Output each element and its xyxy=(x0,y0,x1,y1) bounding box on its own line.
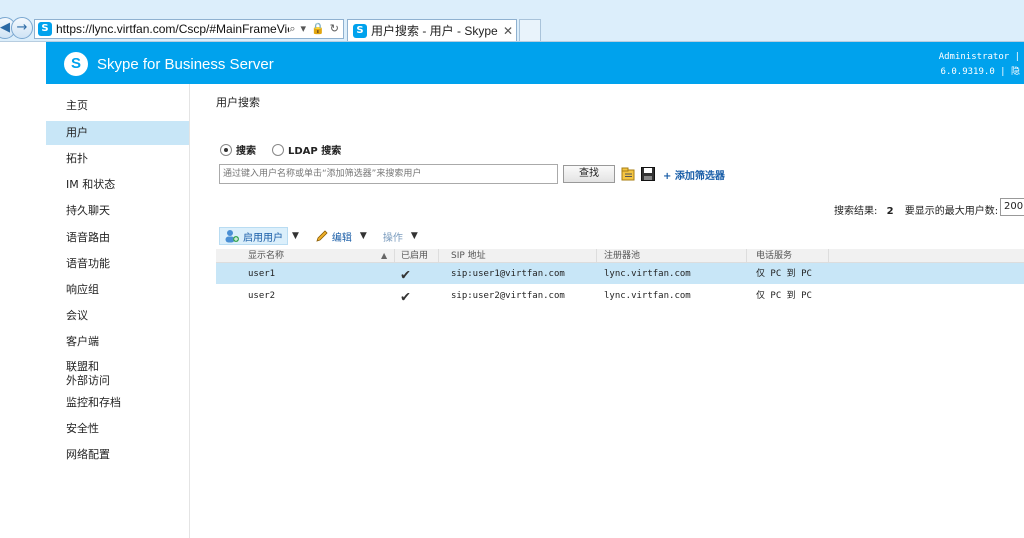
sidebar-item-home[interactable]: 主页 xyxy=(46,99,189,115)
close-icon[interactable]: ✕ xyxy=(500,24,516,38)
chevron-down-icon[interactable]: ▼ xyxy=(292,231,299,241)
sidebar-item-im-presence[interactable]: IM 和状态 xyxy=(46,178,189,192)
radio-ldap-search[interactable] xyxy=(272,143,284,156)
table-row[interactable]: user1 ✔ sip:user1@virtfan.com lync.virtf… xyxy=(216,263,1024,285)
sidebar-item-persistent-chat[interactable]: 持久聊天 xyxy=(46,204,189,218)
skype-favicon-icon: S xyxy=(353,23,367,38)
col-sip[interactable]: SIP 地址 xyxy=(451,249,486,263)
sidebar-item-response-groups[interactable]: 响应组 xyxy=(46,283,189,297)
enable-users-button[interactable]: 启用用户 xyxy=(219,227,288,245)
sidebar-item-conferencing[interactable]: 会议 xyxy=(46,309,189,323)
search-mode: 搜索 LDAP 搜索 xyxy=(220,142,357,157)
column-divider xyxy=(596,249,597,263)
dropdown-icon[interactable]: ▾ xyxy=(301,22,307,36)
lock-icon[interactable]: 🔒 xyxy=(311,22,325,36)
sort-ascending-icon[interactable]: ▲ xyxy=(381,251,387,260)
address-bar[interactable]: S https://lync.virtfan.com/Cscp/#MainFra… xyxy=(34,19,344,39)
radio-search-label[interactable]: 搜索 xyxy=(236,142,256,157)
url-text[interactable]: https://lync.virtfan.com/Cscp/#MainFrame… xyxy=(56,22,289,36)
user-toolbar: 启用用户 ▼ 编辑 ▼ 操作 ▼ xyxy=(219,227,430,245)
skype-logo-icon: S xyxy=(64,52,88,76)
col-display-name[interactable]: 显示名称 xyxy=(248,249,284,263)
cell-telephony: 仅 PC 到 PC xyxy=(756,269,812,279)
actions-button[interactable]: 操作 xyxy=(379,227,407,245)
results-count: 2 xyxy=(886,206,894,217)
save-icon[interactable] xyxy=(640,166,656,182)
refresh-icon[interactable]: ↻ xyxy=(330,22,339,36)
results-info: 搜索结果: 2 要显示的最大用户数: xyxy=(834,202,998,217)
radio-search[interactable] xyxy=(220,143,232,156)
max-users-label: 要显示的最大用户数: xyxy=(904,206,999,217)
check-icon: ✔ xyxy=(401,287,411,305)
table-row[interactable]: user2 ✔ sip:user2@virtfan.com lync.virtf… xyxy=(216,285,1024,307)
edit-label: 编辑 xyxy=(331,232,352,244)
pencil-icon xyxy=(316,230,328,242)
cell-sip: sip:user1@virtfan.com xyxy=(451,269,565,279)
sidebar-item-federation[interactable]: 联盟和 外部访问 xyxy=(46,360,189,388)
tab-title: 用户搜索 - 用户 - Skype f... xyxy=(371,24,500,38)
sidebar-item-security[interactable]: 安全性 xyxy=(46,422,189,436)
new-tab-button[interactable] xyxy=(519,19,541,41)
cell-display-name: user1 xyxy=(248,269,276,279)
user-info: Administrator | 6.0.9319.0 | 隐 xyxy=(939,50,1020,80)
cell-display-name: user2 xyxy=(248,291,276,301)
edit-button[interactable]: 编辑 xyxy=(311,227,356,245)
brand: S Skype for Business Server xyxy=(64,52,274,76)
find-button[interactable]: 查找 xyxy=(563,165,615,183)
search-icon[interactable]: ⌕ xyxy=(289,22,295,36)
sidebar: 主页 用户 拓扑 IM 和状态 持久聊天 语音路由 语音功能 响应组 会议 客户… xyxy=(46,84,189,538)
col-registrar[interactable]: 注册器池 xyxy=(604,249,640,263)
users-table: 显示名称 ▲ 已启用 SIP 地址 注册器池 电话服务 user1 ✔ sip:… xyxy=(216,249,1024,307)
column-divider xyxy=(394,249,395,263)
filter-open-icon[interactable] xyxy=(620,166,636,182)
chevron-down-icon[interactable]: ▼ xyxy=(360,231,367,241)
browser-tab[interactable]: S 用户搜索 - 用户 - Skype f... ✕ xyxy=(347,19,517,41)
sidebar-item-users[interactable]: 用户 xyxy=(46,121,189,145)
cell-telephony: 仅 PC 到 PC xyxy=(756,291,812,301)
actions-label: 操作 xyxy=(382,232,403,244)
app-header: S Skype for Business Server Administrato… xyxy=(46,42,1024,84)
col-enabled[interactable]: 已启用 xyxy=(401,249,428,263)
column-divider xyxy=(438,249,439,263)
left-gutter xyxy=(0,42,46,538)
col-telephony[interactable]: 电话服务 xyxy=(756,249,792,263)
table-header: 显示名称 ▲ 已启用 SIP 地址 注册器池 电话服务 xyxy=(216,249,1024,263)
version-text: 6.0.9319.0 | 隐 xyxy=(940,67,1020,77)
max-users-input[interactable]: 200 xyxy=(1000,198,1024,216)
check-icon: ✔ xyxy=(401,265,411,283)
users-icon xyxy=(225,230,239,243)
column-divider xyxy=(828,249,829,263)
cell-sip: sip:user2@virtfan.com xyxy=(451,291,565,301)
cell-registrar: lync.virtfan.com xyxy=(604,291,691,301)
user-name[interactable]: Administrator | xyxy=(939,50,1020,65)
cell-registrar: lync.virtfan.com xyxy=(604,269,691,279)
column-divider xyxy=(746,249,747,263)
enable-users-label: 启用用户 xyxy=(243,232,283,244)
add-filter-link[interactable]: + 添加筛选器 xyxy=(663,167,725,182)
search-input[interactable] xyxy=(219,164,558,184)
sidebar-item-voice-features[interactable]: 语音功能 xyxy=(46,257,189,271)
sidebar-item-topology[interactable]: 拓扑 xyxy=(46,152,189,166)
skype-favicon-icon: S xyxy=(38,22,52,36)
forward-icon[interactable]: → xyxy=(11,17,33,39)
radio-ldap-label[interactable]: LDAP 搜索 xyxy=(288,142,341,157)
product-name: Skype for Business Server xyxy=(97,55,274,73)
results-label: 搜索结果: xyxy=(834,206,878,217)
sidebar-item-clients[interactable]: 客户端 xyxy=(46,335,189,349)
browser-chrome: ◀ → S https://lync.virtfan.com/Cscp/#Mai… xyxy=(0,0,1024,42)
chevron-down-icon[interactable]: ▼ xyxy=(411,231,418,241)
page-title: 用户搜索 xyxy=(216,96,260,109)
sidebar-item-network[interactable]: 网络配置 xyxy=(46,448,189,462)
sidebar-item-voice-routing[interactable]: 语音路由 xyxy=(46,231,189,245)
sidebar-item-monitoring[interactable]: 监控和存档 xyxy=(46,396,189,410)
